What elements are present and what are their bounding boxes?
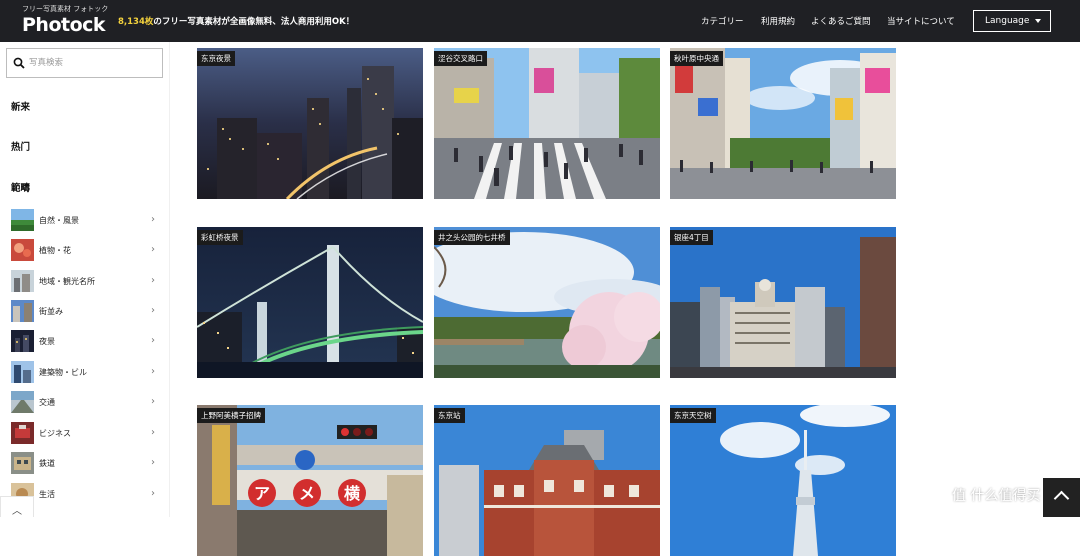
sidebar-item-street[interactable]: 街並み ›	[11, 300, 161, 322]
sidebar-item-label: 建築物・ビル	[39, 368, 87, 377]
flower-thumb-icon	[11, 239, 34, 261]
search-box[interactable]	[6, 48, 163, 78]
svg-text:横: 横	[344, 484, 361, 503]
shibuya-crossing-photo	[434, 48, 660, 199]
nav-about[interactable]: 当サイトについて	[887, 15, 955, 27]
chevron-right-icon: ›	[151, 457, 155, 468]
photo-card-inokashira[interactable]: 井之头公园的七井桥	[434, 227, 660, 378]
sidebar-item-business[interactable]: ビジネス ›	[11, 422, 161, 444]
chevron-right-icon: ›	[151, 214, 155, 225]
sidebar-item-label: 地域・観光名所	[39, 277, 95, 286]
back-to-top-button[interactable]	[1043, 478, 1080, 517]
photo-card-akihabara[interactable]: 秋叶原中央通	[670, 48, 896, 199]
chevron-right-icon: ›	[151, 275, 155, 286]
site-watermark: 值 什么值得买	[952, 488, 1041, 504]
akihabara-photo	[670, 48, 896, 199]
sidebar-category-heading: 範疇	[11, 183, 31, 194]
chevron-right-icon: ›	[151, 335, 155, 346]
business-thumb-icon	[11, 422, 34, 444]
photo-title-badge: 秋叶原中央通	[670, 51, 723, 66]
sidebar-item-label: 自然・風景	[39, 216, 79, 225]
search-input[interactable]	[29, 55, 159, 71]
svg-text:メ: メ	[299, 484, 315, 503]
sidebar-item-label: 街並み	[39, 307, 63, 316]
sidebar-item-label: 夜景	[39, 337, 55, 346]
sidebar-item-building[interactable]: 建築物・ビル ›	[11, 361, 161, 383]
svg-text:ア: ア	[254, 484, 270, 503]
nav-faq[interactable]: よくあるご質問	[811, 15, 871, 27]
photo-title-badge: 东京夜景	[197, 51, 235, 66]
sidebar: 新来 热门 範疇 自然・風景 › 植物・花 › 地域・観光名所 › 街並み › …	[0, 42, 170, 517]
chevron-right-icon: ›	[151, 488, 155, 499]
sidebar-item-railway[interactable]: 鉄道 ›	[11, 452, 161, 474]
chevron-right-icon: ›	[151, 305, 155, 316]
photo-card-rainbow-bridge[interactable]: 彩虹桥夜景	[197, 227, 423, 378]
top-header: フリー写真素材 フォトック Photock 8,134枚のフリー写真素材が全画像…	[0, 0, 1080, 42]
nature-thumb-icon	[11, 209, 34, 231]
chevron-right-icon: ›	[151, 244, 155, 255]
street-thumb-icon	[11, 300, 34, 322]
photo-card-skytree[interactable]: 东京天空树	[670, 405, 896, 556]
sidebar-item-nature[interactable]: 自然・風景 ›	[11, 209, 161, 231]
photo-count: 8,134枚	[118, 17, 154, 27]
sidebar-item-traffic[interactable]: 交通 ›	[11, 391, 161, 413]
search-icon	[13, 57, 25, 69]
ameyoko-photo: ア メ 横	[197, 405, 423, 556]
site-logo[interactable]: フリー写真素材 フォトック Photock	[22, 5, 108, 36]
night-thumb-icon	[11, 330, 34, 352]
site-tagline: 8,134枚のフリー写真素材が全画像無料、法人商用利用OK！	[118, 15, 354, 27]
traffic-thumb-icon	[11, 391, 34, 413]
photo-title-badge: 银座4丁目	[670, 230, 713, 245]
nav-terms[interactable]: 利用規約	[761, 15, 795, 27]
sidebar-item-label: 交通	[39, 398, 55, 407]
sidebar-item-label: ビジネス	[39, 429, 71, 438]
photo-title-badge: 涩谷交叉路口	[434, 51, 487, 66]
chevron-right-icon: ›	[151, 427, 155, 438]
building-thumb-icon	[11, 361, 34, 383]
language-select[interactable]: Language	[973, 10, 1051, 32]
inokashira-photo	[434, 227, 660, 378]
sidebar-item-label: 鉄道	[39, 459, 55, 468]
sidebar-item-label: 植物・花	[39, 246, 71, 255]
sidebar-scroll-up-button[interactable]: ︿	[0, 496, 34, 517]
sidebar-item-flower[interactable]: 植物・花 ›	[11, 239, 161, 261]
logo-wordmark: Photock	[22, 14, 106, 36]
sidebar-new-link[interactable]: 新来	[11, 99, 30, 113]
nav-category[interactable]: カテゴリー	[701, 15, 744, 27]
sidebar-item-night[interactable]: 夜景 ›	[11, 330, 161, 352]
photo-card-tokyo-night[interactable]: 东京夜景	[197, 48, 423, 199]
sidebar-item-landmark[interactable]: 地域・観光名所 ›	[11, 270, 161, 292]
skytree-photo	[670, 405, 896, 556]
rainbow-bridge-photo	[197, 227, 423, 378]
language-label: Language	[985, 16, 1030, 26]
tagline-text: のフリー写真素材が全画像無料、法人商用利用OK！	[153, 17, 355, 27]
landmark-thumb-icon	[11, 270, 34, 292]
chevron-right-icon: ›	[151, 396, 155, 407]
photo-title-badge: 东京站	[434, 408, 465, 423]
logo-subtitle: フリー写真素材 フォトック	[22, 5, 109, 13]
railway-thumb-icon	[11, 452, 34, 474]
photo-card-ameyoko[interactable]: ア メ 横 上野阿美横子招牌	[197, 405, 423, 556]
ginza-photo	[670, 227, 896, 378]
photo-title-badge: 彩虹桥夜景	[197, 230, 243, 245]
chevron-up-icon: ︿	[12, 506, 22, 517]
photo-title-badge: 上野阿美横子招牌	[197, 408, 265, 423]
photo-card-tokyo-station[interactable]: 东京站	[434, 405, 660, 556]
photo-card-shibuya-crossing[interactable]: 涩谷交叉路口	[434, 48, 660, 199]
tokyo-night-photo	[197, 48, 423, 199]
sidebar-popular-link[interactable]: 热门	[11, 139, 30, 153]
chevron-right-icon: ›	[151, 366, 155, 377]
photo-title-badge: 东京天空树	[670, 408, 716, 423]
tokyo-station-photo	[434, 405, 660, 556]
sidebar-item-label: 生活	[39, 490, 55, 499]
caret-down-icon	[1035, 19, 1041, 23]
photo-title-badge: 井之头公园的七井桥	[434, 230, 510, 245]
photo-card-ginza[interactable]: 银座4丁目	[670, 227, 896, 378]
